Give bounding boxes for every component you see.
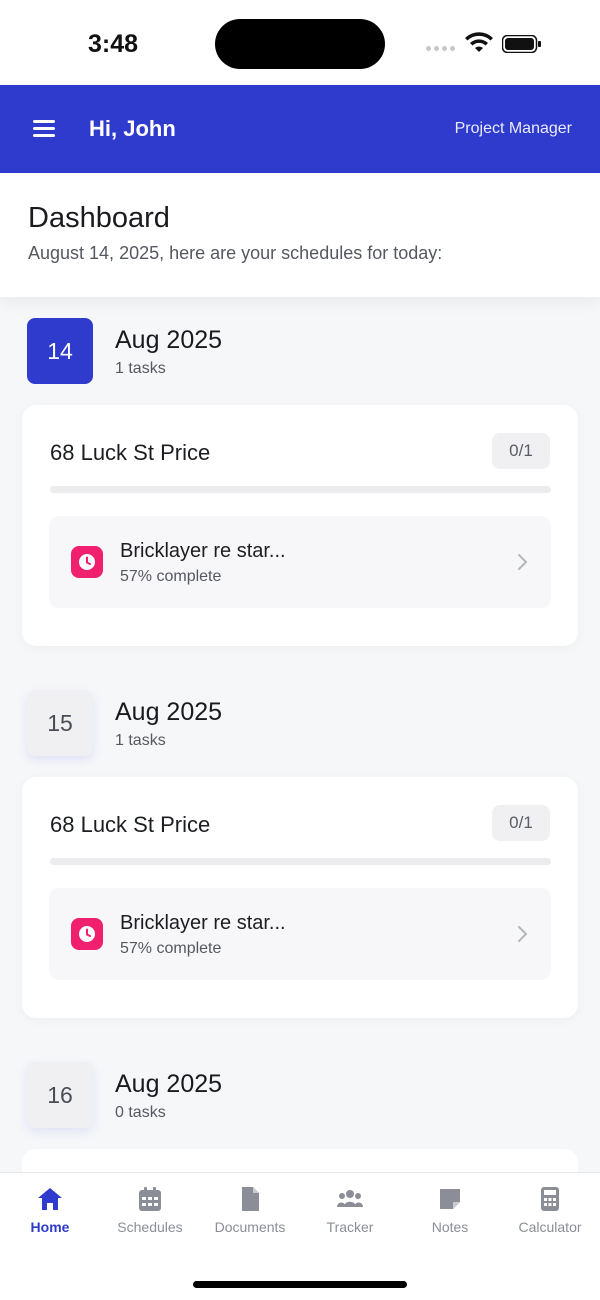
dynamic-island: [215, 19, 385, 69]
tab-label: Documents: [214, 1219, 286, 1235]
project-title: 68 Luck St Price: [50, 440, 211, 465]
document-icon: [242, 1187, 259, 1211]
task-name: Bricklayer re star...: [120, 912, 286, 934]
date-tile[interactable]: 16: [27, 1062, 93, 1128]
tab-label: Schedules: [117, 1219, 183, 1235]
day-task-count: 1 tasks: [115, 360, 166, 377]
status-bar: 3:48: [0, 0, 600, 85]
day-task-count: 1 tasks: [115, 732, 166, 749]
project-card: 68 Luck St Price 0/1 Bricklayer re star.…: [22, 777, 578, 1018]
date-tile[interactable]: 14: [27, 318, 93, 384]
day-month: Aug 2025: [115, 326, 223, 354]
greeting: Hi, John: [89, 116, 176, 141]
chevron-right-icon: [518, 926, 528, 942]
clock-icon: [71, 546, 103, 578]
project-progress-bar: [50, 486, 551, 493]
tab-documents[interactable]: Documents: [200, 1185, 300, 1245]
app-header: Hi, John Project Manager: [0, 85, 600, 173]
project-card: 68 Luck St Price 0/1 Bricklayer re star.…: [22, 405, 578, 646]
battery-icon: [502, 35, 541, 53]
clock-icon: [71, 918, 103, 950]
tab-label: Notes: [431, 1219, 469, 1235]
note-icon: [440, 1189, 460, 1209]
task-progress-text: 57% complete: [120, 940, 222, 957]
people-icon: [337, 1190, 363, 1207]
task-progress-text: 57% complete: [120, 568, 222, 585]
task-row[interactable]: Bricklayer re star... 57% complete: [49, 516, 551, 608]
user-role: Project Manager: [454, 120, 572, 137]
task-count-badge: 0/1: [492, 805, 550, 841]
day-month: Aug 2025: [115, 1070, 223, 1098]
home-icon: [38, 1188, 62, 1210]
task-count-badge: 0/1: [492, 433, 550, 469]
cellular-signal-icon: [426, 46, 456, 52]
status-time: 3:48: [88, 30, 139, 58]
task-name: Bricklayer re star...: [120, 540, 286, 562]
calendar-icon: [139, 1187, 161, 1211]
project-progress-bar: [50, 858, 551, 865]
tab-schedules[interactable]: Schedules: [100, 1185, 200, 1245]
chevron-right-icon: [518, 554, 528, 570]
page-title: Dashboard: [28, 202, 170, 234]
home-indicator: [193, 1281, 407, 1288]
hamburger-menu-icon[interactable]: [33, 120, 55, 138]
tab-notes[interactable]: Notes: [400, 1185, 500, 1245]
day-month: Aug 2025: [115, 698, 223, 726]
wifi-icon: [465, 32, 493, 52]
tab-label: Tracker: [326, 1219, 374, 1235]
dashboard-header: Dashboard August 14, 2025, here are your…: [0, 173, 600, 297]
tab-label: Home: [30, 1219, 70, 1235]
page-subtitle: August 14, 2025, here are your schedules…: [28, 243, 443, 263]
tab-tracker[interactable]: Tracker: [300, 1185, 400, 1245]
project-card: [22, 1149, 578, 1172]
tab-home[interactable]: Home: [0, 1185, 100, 1245]
task-row[interactable]: Bricklayer re star... 57% complete: [49, 888, 551, 980]
schedule-list[interactable]: 14 Aug 2025 1 tasks 68 Luck St Price 0/1…: [0, 297, 600, 1172]
tab-calculator[interactable]: Calculator: [500, 1185, 600, 1245]
project-title: 68 Luck St Price: [50, 812, 211, 837]
date-tile[interactable]: 15: [27, 690, 93, 756]
tab-label: Calculator: [518, 1219, 582, 1235]
day-task-count: 0 tasks: [115, 1104, 166, 1121]
calculator-icon: [541, 1187, 559, 1211]
